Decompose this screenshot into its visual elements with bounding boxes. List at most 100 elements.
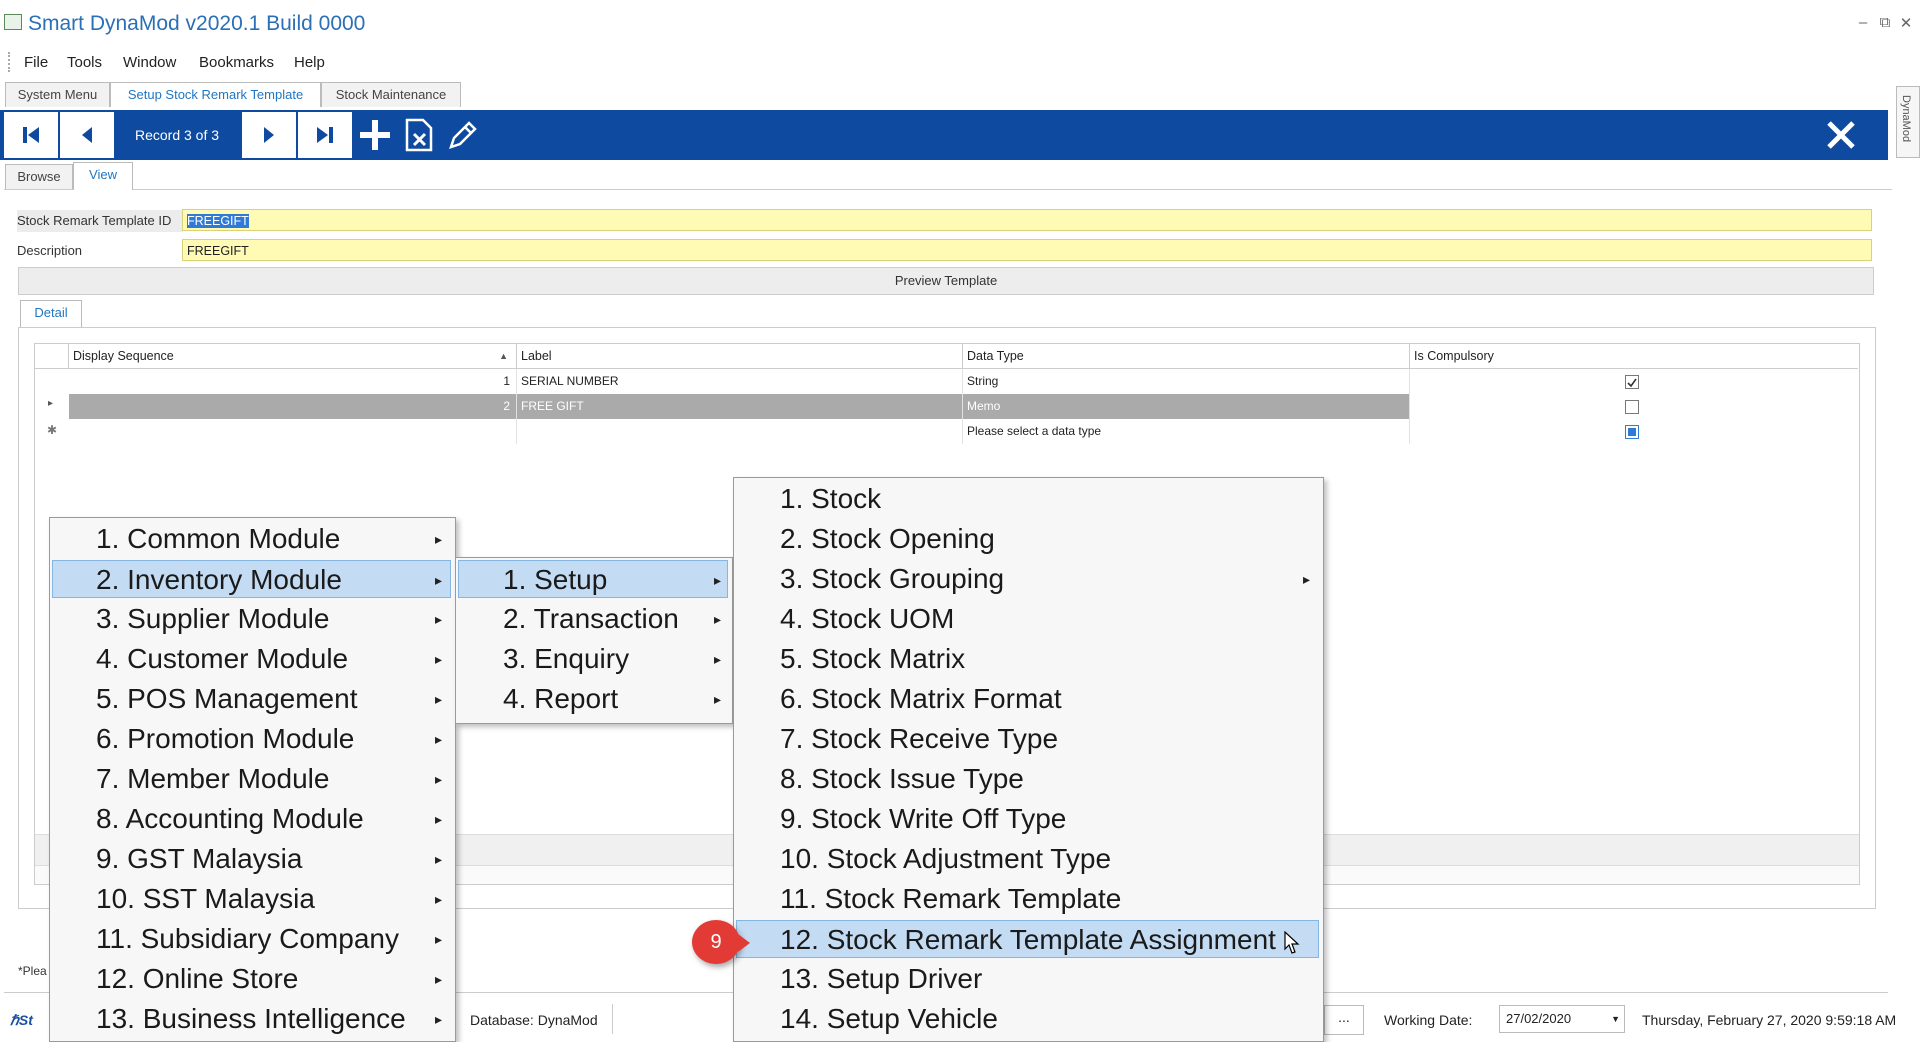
menu-item-stock-uom[interactable]: 4. Stock UOM [736,600,1319,638]
menu-item-stock-matrix-format[interactable]: 6. Stock Matrix Format [736,680,1319,718]
tab-setup-stock-remark-template[interactable]: Setup Stock Remark Template [110,82,321,107]
new-row-compulsory-checkbox[interactable] [1625,425,1639,439]
menu-item-member-module[interactable]: 7. Member Module ▸ [52,760,451,798]
minimize-icon[interactable]: – [1854,14,1872,31]
new-row-label[interactable] [517,419,963,444]
menu-item-label: 4. Stock UOM [780,603,955,634]
previous-record-button[interactable] [60,112,114,158]
submenu-arrow-icon: ▸ [435,691,443,707]
more-button[interactable]: ... [1324,1005,1364,1035]
working-date-field[interactable]: 27/02/2020 ▼ [1499,1005,1625,1033]
column-is-compulsory[interactable]: Is Compulsory [1410,344,1858,369]
row1-compulsory-checkbox[interactable] [1625,375,1639,389]
menu-item-stock-receive-type[interactable]: 7. Stock Receive Type [736,720,1319,758]
submenu-arrow-icon: ▸ [435,611,443,627]
submenu-arrow-icon: ▸ [435,651,443,667]
restore-icon[interactable]: ⧉ [1876,14,1894,31]
menu-item-pos-management[interactable]: 5. POS Management ▸ [52,680,451,718]
menu-file[interactable]: File [24,54,48,71]
template-id-label: Stock Remark Template ID [17,210,183,232]
current-datetime: Thursday, February 27, 2020 9:59:18 AM [1642,1012,1897,1028]
menu-bookmarks[interactable]: Bookmarks [199,54,274,71]
side-panel-tab[interactable]: DynaMod [1896,86,1920,158]
row1-label[interactable]: SERIAL NUMBER [517,369,963,394]
menu-item-stock-grouping[interactable]: 3. Stock Grouping ▸ [736,560,1319,598]
menu-item-label: 1. Common Module [96,523,341,554]
menu-item-transaction[interactable]: 2. Transaction ▸ [458,600,728,638]
previous-record-icon [82,127,92,143]
close-window-icon[interactable]: ✕ [1897,14,1915,32]
tab-browse[interactable]: Browse [5,164,73,189]
row2-label[interactable]: FREE GIFT [517,394,963,419]
menu-item-gst-malaysia[interactable]: 9. GST Malaysia ▸ [52,840,451,878]
column-data-type[interactable]: Data Type [963,344,1410,369]
menu-item-label: 10. SST Malaysia [96,883,315,914]
submenu-arrow-icon: ▸ [435,931,443,947]
first-record-button[interactable] [4,112,58,158]
menu-item-label: 12. Stock Remark Template Assignment [780,924,1276,955]
description-field[interactable]: FREEGIFT [182,239,1872,261]
menu-item-accounting-module[interactable]: 8. Accounting Module ▸ [52,800,451,838]
description-label: Description [17,243,83,258]
submenu-arrow-icon: ▸ [714,611,722,627]
menu-tools[interactable]: Tools [67,54,102,71]
check-icon [1627,378,1637,388]
submenu-arrow-icon: ▸ [435,811,443,827]
menu-item-stock-remark-template[interactable]: 11. Stock Remark Template [736,880,1319,918]
menu-item-subsidiary-company[interactable]: 11. Subsidiary Company ▸ [52,920,451,958]
edit-record-button[interactable] [436,110,490,160]
menu-item-supplier-module[interactable]: 3. Supplier Module ▸ [52,600,451,638]
close-record-button[interactable] [1814,110,1868,160]
submenu-arrow-icon: ▸ [435,572,443,588]
side-panel-tab-label: DynaMod [1900,95,1912,143]
menu-item-setup[interactable]: 1. Setup ▸ [458,560,728,598]
menu-item-online-store[interactable]: 12. Online Store ▸ [52,960,451,998]
menu-item-setup-vehicle[interactable]: 14. Setup Vehicle [736,1000,1319,1038]
template-id-field[interactable]: FREEGIFT [182,209,1872,231]
new-row-sequence[interactable] [69,419,517,444]
menu-item-customer-module[interactable]: 4. Customer Module ▸ [52,640,451,678]
submenu-arrow-icon: ▸ [435,891,443,907]
last-record-button[interactable] [298,112,352,158]
tab-stock-maintenance[interactable]: Stock Maintenance [321,82,461,107]
column-label[interactable]: Label [517,344,963,369]
menu-item-stock-matrix[interactable]: 5. Stock Matrix [736,640,1319,678]
menu-window[interactable]: Window [123,54,176,71]
tab-system-menu[interactable]: System Menu [5,82,110,107]
tab-detail[interactable]: Detail [20,300,82,328]
column-display-sequence-label: Display Sequence [73,349,174,363]
next-record-button[interactable] [242,112,296,158]
menu-item-stock[interactable]: 1. Stock [736,480,1319,518]
logo-icon: ℏSt [10,1012,33,1028]
menu-item-stock-write-off-type[interactable]: 9. Stock Write Off Type [736,800,1319,838]
submenu-arrow-icon: ▸ [714,651,722,667]
row1-data-type[interactable]: String [963,369,1410,394]
menu-item-promotion-module[interactable]: 6. Promotion Module ▸ [52,720,451,758]
menu-item-stock-adjustment-type[interactable]: 10. Stock Adjustment Type [736,840,1319,878]
menu-item-stock-opening[interactable]: 2. Stock Opening [736,520,1319,558]
close-icon [1827,121,1855,149]
menu-item-label: 5. Stock Matrix [780,643,966,674]
menu-item-business-intelligence[interactable]: 13. Business Intelligence ▸ [52,1000,451,1038]
menu-item-common-module[interactable]: 1. Common Module ▸ [52,520,451,558]
tab-view[interactable]: View [73,162,133,190]
menu-item-inventory-module[interactable]: 2. Inventory Module ▸ [52,560,451,598]
row1-sequence[interactable]: 1 [69,369,517,394]
row2-data-type[interactable]: Memo [963,394,1410,419]
menu-item-label: 1. Stock [780,483,882,514]
title-bar: Smart DynaMod v2020.1 Build 0000 – ⧉ ✕ [0,0,1920,50]
menu-item-enquiry[interactable]: 3. Enquiry ▸ [458,640,728,678]
menu-item-label: 6. Stock Matrix Format [780,683,1062,714]
menu-item-stock-issue-type[interactable]: 8. Stock Issue Type [736,760,1319,798]
row2-sequence[interactable]: 2 [69,394,517,419]
preview-template-button[interactable]: Preview Template [18,267,1874,295]
menu-item-stock-remark-template-assignment[interactable]: 12. Stock Remark Template Assignment [736,920,1319,958]
column-display-sequence[interactable]: Display Sequence ▲ [69,344,517,369]
row2-compulsory-checkbox[interactable] [1625,400,1639,414]
menu-item-report[interactable]: 4. Report ▸ [458,680,728,718]
menu-help[interactable]: Help [294,54,325,71]
menu-item-sst-malaysia[interactable]: 10. SST Malaysia ▸ [52,880,451,918]
menu-item-setup-driver[interactable]: 13. Setup Driver [736,960,1319,998]
menu-item-label: 9. GST Malaysia [96,843,303,874]
new-row-data-type[interactable]: Please select a data type [963,419,1410,444]
